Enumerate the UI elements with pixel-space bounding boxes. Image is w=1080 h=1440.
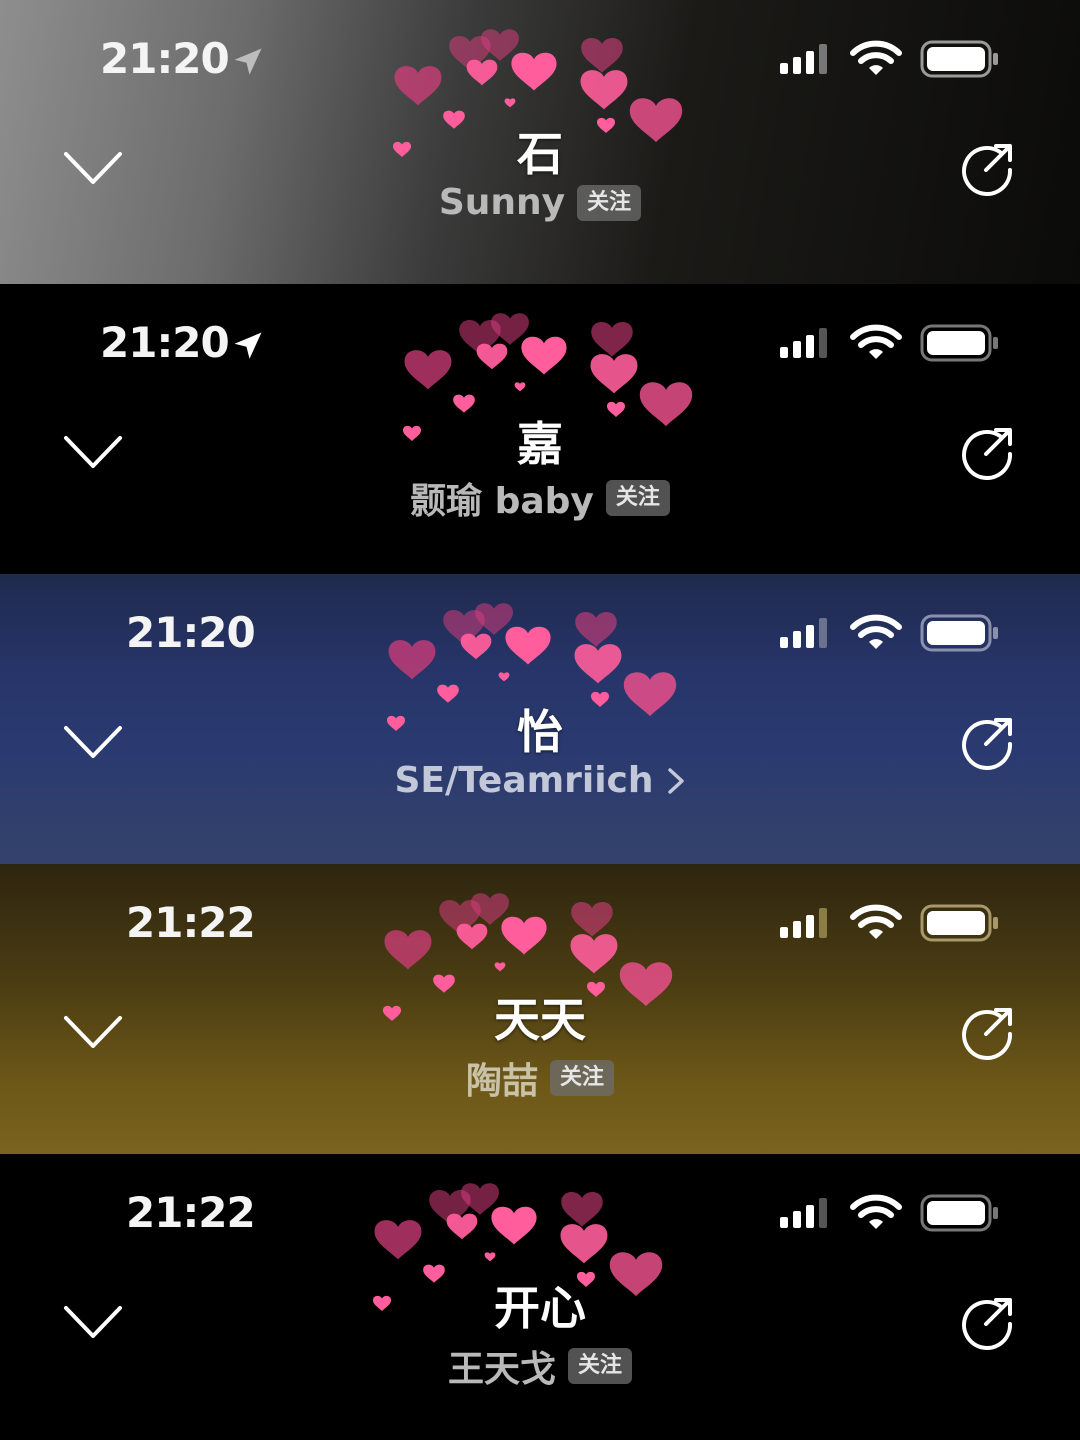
- heart-icon: [459, 319, 501, 355]
- heart-icon: [560, 1224, 608, 1264]
- wifi-icon: [850, 904, 902, 939]
- artist-name[interactable]: SE/Teamriich: [394, 760, 653, 801]
- heart-icon: [456, 923, 488, 950]
- heart-icon: [581, 37, 623, 73]
- cellular-signal-icon: [780, 618, 827, 648]
- heart-icon: [443, 609, 485, 645]
- heart-icon: [570, 934, 618, 974]
- artist-row: 颢瑜 baby 关注: [0, 472, 1080, 524]
- heart-icon: [511, 52, 557, 91]
- song-title: 开心: [494, 1281, 586, 1335]
- heart-icon: [439, 899, 481, 935]
- heart-icon: [498, 672, 510, 682]
- status-time: 21:20: [126, 608, 256, 657]
- status-indicators: [778, 324, 1000, 362]
- heart-icon: [591, 321, 633, 357]
- status-time: 21:22: [126, 1188, 256, 1237]
- song-title: 石: [517, 127, 563, 181]
- heart-icon: [521, 336, 567, 375]
- artist-name[interactable]: 王天戈: [448, 1340, 556, 1392]
- cellular-signal-icon: [780, 44, 827, 74]
- battery-icon: [920, 614, 998, 652]
- heart-icon: [491, 1206, 537, 1245]
- heart-icon: [471, 893, 509, 925]
- heart-icon: [466, 59, 498, 86]
- status-indicators: [778, 40, 1000, 78]
- player-header-3: 21:20 怡 SE/Teamriich: [0, 574, 1080, 864]
- heart-icon: [574, 644, 622, 684]
- battery-icon: [920, 40, 998, 78]
- heart-icon: [404, 350, 452, 390]
- artist-row: 陶喆 关注: [0, 1052, 1080, 1104]
- heart-icon: [374, 1220, 422, 1260]
- heart-icon: [475, 603, 513, 635]
- artist-row: 王天戈 关注: [0, 1340, 1080, 1392]
- heart-icon: [429, 1189, 471, 1225]
- follow-button[interactable]: 关注: [568, 1348, 633, 1384]
- artist-name[interactable]: 陶喆: [466, 1052, 538, 1104]
- heart-icon: [505, 626, 551, 665]
- artist-row: Sunny 关注: [0, 182, 1080, 223]
- heart-icon: [514, 382, 526, 392]
- status-time: 21:20: [100, 318, 230, 367]
- heart-icon: [571, 901, 613, 937]
- heart-icon: [481, 29, 519, 61]
- status-indicators: [778, 614, 1000, 652]
- cellular-signal-icon: [780, 908, 827, 938]
- battery-icon: [920, 324, 998, 362]
- heart-icon: [476, 343, 508, 370]
- heart-icon: [461, 1183, 499, 1215]
- heart-icon: [449, 35, 491, 71]
- follow-button[interactable]: 关注: [605, 480, 670, 516]
- heart-icon: [504, 98, 516, 108]
- heart-icon: [501, 916, 547, 955]
- location-arrow-icon: [234, 332, 262, 359]
- player-header-2: 21:20 嘉 颢瑜 baby 关注: [0, 284, 1080, 574]
- follow-button[interactable]: 关注: [577, 184, 642, 221]
- wifi-icon: [850, 40, 902, 75]
- artist-name[interactable]: Sunny: [439, 182, 565, 223]
- battery-icon: [920, 904, 998, 942]
- heart-icon: [446, 1213, 478, 1240]
- player-header-5: 21:22 开心 王天戈 关注: [0, 1154, 1080, 1440]
- heart-icon: [394, 66, 442, 106]
- artist-name[interactable]: 颢瑜 baby: [410, 472, 594, 524]
- artist-row: SE/Teamriich: [0, 760, 1080, 801]
- heart-icon: [494, 962, 506, 972]
- status-indicators: [778, 904, 1000, 942]
- song-title: 天天: [494, 993, 586, 1047]
- location-arrow-icon: [234, 48, 262, 75]
- wifi-icon: [850, 614, 902, 649]
- status-time: 21:22: [126, 898, 256, 947]
- heart-icon: [561, 1191, 603, 1227]
- chevron-right-icon[interactable]: [666, 766, 686, 796]
- battery-icon: [920, 1194, 998, 1232]
- wifi-icon: [850, 324, 902, 359]
- player-header-1: 21:20 石 Sunny 关注: [0, 0, 1080, 284]
- heart-icon: [384, 930, 432, 970]
- wifi-icon: [850, 1194, 902, 1229]
- player-header-4: 21:22 天天 陶喆 关注: [0, 864, 1080, 1154]
- song-title: 怡: [517, 705, 563, 759]
- heart-icon: [491, 313, 529, 345]
- status-indicators: [778, 1194, 1000, 1232]
- cellular-signal-icon: [780, 328, 827, 358]
- heart-icon: [460, 633, 492, 660]
- heart-icon: [580, 70, 628, 110]
- heart-icon: [484, 1252, 496, 1262]
- heart-icon: [575, 611, 617, 647]
- cellular-signal-icon: [780, 1198, 827, 1228]
- follow-button[interactable]: 关注: [550, 1060, 615, 1096]
- song-title: 嘉: [517, 417, 563, 471]
- heart-icon: [590, 354, 638, 394]
- heart-icon: [388, 640, 436, 680]
- status-time: 21:20: [100, 34, 230, 83]
